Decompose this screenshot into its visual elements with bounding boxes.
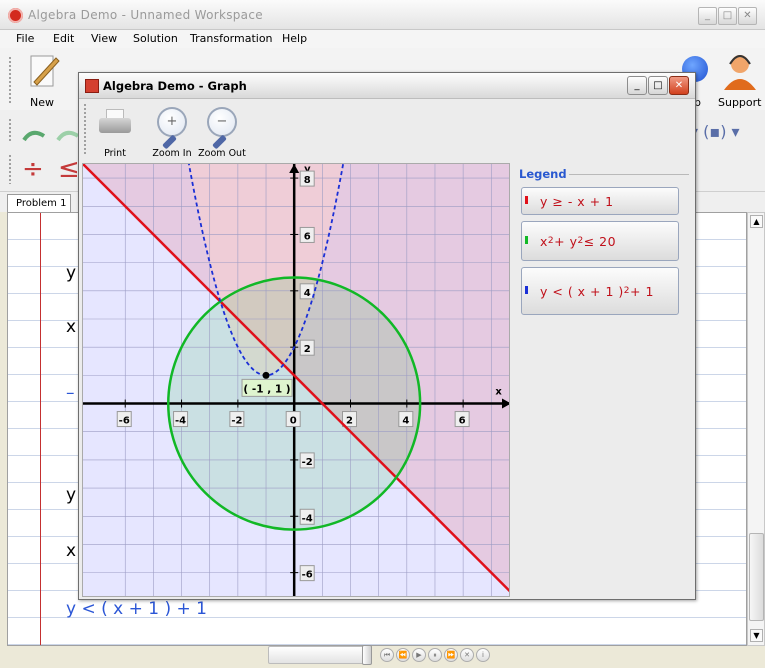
legend-item-parabola-text: y < ( x + 1 ) 2 + 1 [540,283,654,299]
graph-maximize-button[interactable]: □ [648,76,668,95]
graph-app-icon [85,79,99,93]
menu-file[interactable]: File [16,32,34,45]
graph-toolbar: Print + Zoom In − Zoom Out [79,99,695,161]
legend-item-circle[interactable]: x2 + y2 ≤ 20 [521,221,679,261]
stop-icon[interactable]: ✕ [460,648,474,662]
app-icon [8,8,23,23]
menu-bar: File Edit View Solution Transformation H… [0,30,765,48]
zoom-out-icon: − [207,107,237,150]
doc-last-line: y < ( x + 1 ) + 1 [66,599,207,619]
scroll-down-icon[interactable]: ▼ [750,629,763,642]
new-document-icon [30,55,60,87]
x-tick-label: 4 [402,416,409,427]
parentheses-dropdown-icon[interactable]: ▾ (▪) ▾ [690,122,740,141]
print-button[interactable]: Print [93,103,137,159]
y-tick-label: -4 [302,513,313,524]
vertex-label: ( -1 , 1 ) [243,383,290,395]
legend-swatch [525,286,528,294]
close-button[interactable]: ✕ [738,7,757,25]
doc-fragment: x [66,541,77,561]
toolbar-grip[interactable] [8,154,12,184]
playback-slider-thumb[interactable] [362,645,372,665]
playback-slider[interactable] [268,646,372,664]
vertical-scrollbar[interactable]: ▲ ▼ [747,212,765,646]
legend-swatch [525,236,528,244]
x-tick-label: 0 [290,416,297,427]
x-axis-label: x [495,387,502,398]
y-tick-label: 6 [304,231,311,242]
y-tick-label: -2 [302,457,313,468]
maximize-button[interactable]: □ [718,7,737,25]
new-label: New [30,96,54,109]
legend-divider [569,174,689,175]
rewind-icon[interactable]: ⏪ [396,648,410,662]
legend-item-line-text: y ≥ - x + 1 [540,193,614,209]
legend-item-line[interactable]: y ≥ - x + 1 [521,187,679,215]
menu-solution[interactable]: Solution [133,32,178,45]
tab-problem-1-label: Problem 1 [16,198,67,209]
main-window-title: Algebra Demo - Unnamed Workspace [28,8,263,22]
menu-help[interactable]: Help [282,32,307,45]
fast-forward-icon[interactable]: ⏩ [444,648,458,662]
graph-window-title: Algebra Demo - Graph [103,79,247,93]
y-tick-label: -6 [302,570,313,581]
graph-plot[interactable]: xy-6 -4 -2 0 2 4 68642-2-4-6( -1 , 1 ) [83,164,510,597]
doc-fragment: x [66,317,77,337]
menu-edit[interactable]: Edit [53,32,74,45]
toolbar-grip[interactable] [83,103,87,155]
menu-transformation[interactable]: Transformation [190,32,273,45]
x-tick-label: -4 [175,416,186,427]
graph-minimize-button[interactable]: _ [627,76,647,95]
support-agent-icon [724,55,756,90]
legend-swatch [525,196,528,204]
toolbar-grip[interactable] [8,118,12,142]
menu-view[interactable]: View [91,32,117,45]
support-label: Support [718,96,762,109]
zoom-in-icon: + [157,107,187,150]
doc-fragment: y [66,263,77,283]
tab-problem-1[interactable]: Problem 1 [7,194,71,214]
graph-close-button[interactable]: ✕ [669,76,689,95]
new-button[interactable]: New [24,52,60,109]
graph-plot-area[interactable]: x y -6 -4 -2 0 2 4 6 8 6 4 2 -2 -4 -6( -1 , 1 ) [82,163,510,597]
info-icon[interactable]: i [476,648,490,662]
doc-fragment: – [66,383,75,403]
scroll-up-icon[interactable]: ▲ [750,215,763,228]
graph-title-bar[interactable]: Algebra Demo - Graph _ □ ✕ [79,73,695,99]
y-tick-label: 2 [304,344,311,355]
zoom-in-button[interactable]: + Zoom In [145,103,199,159]
less-equal-icon[interactable]: ≤ [58,154,80,184]
legend-item-circle-text: x2 + y2 ≤ 20 [540,233,617,249]
main-title-bar: Algebra Demo - Unnamed Workspace _ □ ✕ [0,0,765,30]
zoom-out-label: Zoom Out [198,148,246,159]
x-tick-label: 6 [459,416,466,427]
minimize-button[interactable]: _ [698,7,717,25]
x-tick-label: 2 [346,416,353,427]
rewind-start-icon[interactable]: ⏮ [380,648,394,662]
vertex-point [262,371,270,379]
y-tick-label: 8 [304,175,311,186]
margin-line [40,213,41,645]
y-tick-label: 4 [304,288,311,299]
x-tick-label: -6 [119,416,130,427]
legend-title: Legend [519,167,567,181]
undo-icon[interactable] [20,126,48,144]
printer-icon [99,109,131,137]
doc-fragment: y [66,485,77,505]
zoom-out-button[interactable]: − Zoom Out [195,103,249,159]
graph-window: Algebra Demo - Graph _ □ ✕ Print + Zoom … [78,72,696,600]
print-label: Print [104,148,126,159]
zoom-in-label: Zoom In [152,148,192,159]
legend-item-parabola[interactable]: y < ( x + 1 ) 2 + 1 [521,267,679,315]
toolbar-grip[interactable] [8,56,12,104]
play-icon[interactable]: ▶ [412,648,426,662]
pause-icon[interactable]: ⏸ [428,648,442,662]
support-button[interactable]: Support [716,50,762,109]
divide-icon[interactable]: ÷ [22,154,44,184]
scroll-thumb[interactable] [749,533,764,621]
legend-panel: Legend y ≥ - x + 1 x2 + y2 ≤ 20 y < ( x … [513,163,693,597]
x-tick-label: -2 [231,416,242,427]
